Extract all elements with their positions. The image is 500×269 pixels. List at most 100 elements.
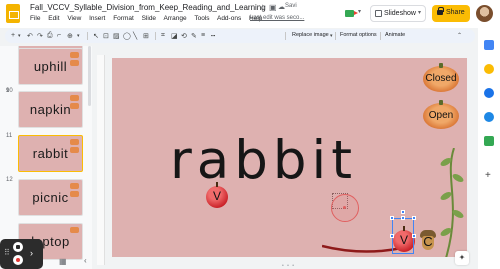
keep-icon[interactable] (484, 64, 494, 74)
chevron-down-icon[interactable]: ▾ (418, 9, 421, 16)
resize-handle[interactable] (412, 234, 416, 238)
menu-insert[interactable]: Insert (89, 15, 105, 22)
star-icon[interactable]: ☆ (259, 3, 266, 12)
comment-icon[interactable]: ⊞ (143, 32, 149, 40)
print-icon[interactable]: ⎙ (47, 32, 53, 40)
last-edit-link[interactable]: Last edit was seco... (250, 15, 304, 21)
reset-icon[interactable]: ⟲ (181, 32, 187, 40)
chevron-down-icon[interactable]: ▾ (358, 8, 361, 15)
menu-slide[interactable]: Slide (142, 15, 156, 22)
slide-thumbnail[interactable]: picnic (18, 179, 83, 216)
resize-handle[interactable] (412, 216, 416, 220)
slide-thumbnail[interactable]: uphill (18, 48, 83, 85)
chevron-down-icon[interactable]: ▾ (18, 33, 21, 39)
apple-label: V (212, 189, 221, 203)
vertical-ruler (97, 55, 105, 265)
closed-pumpkin-button[interactable]: Closed (423, 63, 459, 92)
move-icon[interactable]: ▣ (269, 3, 277, 12)
explore-button[interactable]: ✦ (455, 251, 469, 265)
toolbar-divider (285, 32, 286, 40)
menu-format[interactable]: Format (113, 15, 134, 22)
contacts-icon[interactable] (484, 112, 494, 122)
slide-filmstrip: 9 uphill 10 napkin 11 rabbit 12 picnic l… (0, 46, 92, 269)
crop-icon[interactable]: ⌗ (161, 32, 165, 40)
filmstrip-scrollbar[interactable] (88, 46, 91, 106)
slides-logo-icon[interactable] (6, 4, 20, 23)
record-icon[interactable] (13, 255, 23, 265)
pumpkin-thumb-icon (70, 147, 79, 153)
chevron-down-icon[interactable]: ▾ (330, 33, 333, 39)
tasks-icon[interactable] (484, 88, 494, 98)
redo-icon[interactable]: ↷ (37, 32, 43, 40)
select-icon[interactable]: ↖ (93, 32, 99, 40)
add-icon[interactable]: + (485, 170, 491, 181)
title-bar: Fall_VCCV_Syllable_Division_from_Keep_Re… (0, 0, 500, 28)
line-icon[interactable]: ╲ (133, 32, 137, 40)
chevron-up-icon[interactable]: ⌃ (457, 32, 462, 39)
menu-bar: File Edit View Insert Format Slide Arran… (30, 15, 268, 22)
slide-word[interactable]: rabbit (170, 130, 357, 191)
maps-icon[interactable] (484, 136, 494, 146)
share-label: Share (446, 9, 465, 16)
zoom-icon[interactable]: ⊕ (67, 32, 73, 40)
share-button[interactable]: Share (432, 5, 470, 22)
slide-canvas[interactable]: rabbit Closed Open V V C (112, 58, 467, 257)
textbox-icon[interactable]: ⊡ (103, 32, 109, 40)
pumpkin-thumb-icon (70, 103, 79, 109)
closed-label: Closed (425, 73, 457, 84)
menu-addons[interactable]: Add-ons (217, 15, 241, 22)
chevron-right-icon[interactable]: › (30, 248, 33, 258)
animate-button[interactable]: Animate (385, 32, 405, 38)
selection-box[interactable] (392, 218, 414, 254)
menu-tools[interactable]: Tools (194, 15, 209, 22)
add-icon[interactable]: + (11, 32, 15, 39)
slide-number: 10 (6, 88, 13, 94)
format-options-button[interactable]: Format options (340, 32, 377, 38)
pumpkin-thumb-icon (70, 139, 79, 145)
rotate-handle[interactable] (401, 210, 405, 214)
save-status: Savi (285, 3, 297, 9)
avatar[interactable] (476, 5, 493, 22)
slide-thumbnail-selected[interactable]: rabbit (18, 135, 83, 172)
slide-number: 12 (6, 177, 13, 183)
resize-handle-dots[interactable]: • • • (282, 263, 295, 269)
present-icon (375, 10, 382, 17)
slide-number: 11 (6, 133, 13, 139)
resize-handle[interactable] (401, 216, 405, 220)
menu-file[interactable]: File (30, 15, 40, 22)
grid-view-icon[interactable]: ▦ (59, 257, 67, 266)
mask-icon[interactable]: ◪ (171, 32, 178, 40)
red-swoosh-decoration (322, 244, 402, 253)
document-title[interactable]: Fall_VCCV_Syllable_Division_from_Keep_Re… (30, 3, 266, 12)
menu-edit[interactable]: Edit (48, 15, 59, 22)
laser-pointer (331, 194, 359, 222)
slide-thumbnail[interactable]: napkin (18, 91, 83, 128)
stop-icon[interactable] (13, 242, 23, 252)
slideshow-button[interactable]: Slideshow ▾ (370, 5, 426, 22)
calendar-icon[interactable] (484, 40, 494, 50)
chevron-down-icon[interactable]: ▾ (77, 33, 80, 39)
resize-handle[interactable] (390, 234, 394, 238)
undo-icon[interactable]: ↶ (27, 32, 33, 40)
toolbar-divider (335, 32, 336, 40)
border-weight-icon[interactable]: ≡ (201, 32, 205, 39)
chevron-left-icon[interactable]: ‹ (84, 256, 87, 265)
acorn-consonant-icon[interactable]: C (420, 230, 436, 250)
resize-handle[interactable] (390, 216, 394, 220)
recorder-widget[interactable]: ⠿ › (0, 239, 43, 269)
open-pumpkin-button[interactable]: Open (423, 100, 459, 129)
side-panel: + (478, 28, 500, 269)
border-color-icon[interactable]: ✎ (191, 32, 197, 40)
paint-format-icon[interactable]: ⌐ (57, 32, 61, 39)
toolbar-divider (380, 32, 381, 40)
image-icon[interactable]: ▨ (113, 32, 120, 40)
menu-view[interactable]: View (67, 15, 81, 22)
slideshow-label: Slideshow (384, 10, 416, 17)
pumpkin-thumb-icon (70, 227, 79, 233)
apple-vowel-icon[interactable]: V (206, 182, 228, 208)
replace-image-button[interactable]: Replace image (292, 32, 329, 38)
border-dash-icon[interactable]: ┅ (211, 32, 215, 40)
drag-handle-icon[interactable]: ⠿ (4, 248, 10, 257)
shapes-icon[interactable]: ◯ (123, 32, 131, 40)
menu-arrange[interactable]: Arrange (164, 15, 187, 22)
